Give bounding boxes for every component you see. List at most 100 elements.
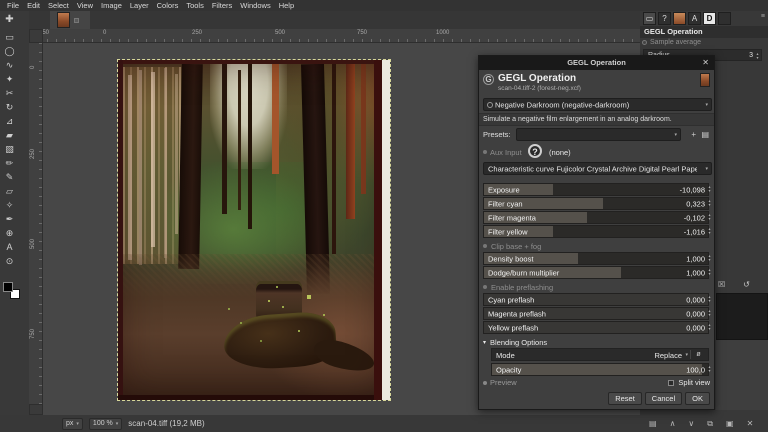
menu-windows[interactable]: Windows	[236, 0, 274, 11]
yellow-preflash-slider[interactable]: Yellow preflash 0,000	[483, 321, 709, 334]
forest-photo[interactable]	[118, 60, 390, 400]
spinner-icon[interactable]: ▴ ▾	[707, 307, 712, 320]
checkbox-icon	[642, 40, 647, 45]
tab-help-icon[interactable]: ?	[658, 11, 671, 25]
mode-group-select[interactable]: ø	[690, 350, 706, 359]
anchor-layer-icon[interactable]: ▣	[726, 419, 734, 428]
spinner-icon[interactable]: ▴ ▾	[707, 225, 712, 238]
spinner-icon[interactable]: ▴ ▾	[707, 266, 712, 279]
tool-rotate-button[interactable]: ↻	[2, 101, 17, 114]
preview-checkbox[interactable]: Preview	[490, 378, 517, 387]
menu-select[interactable]: Select	[44, 0, 73, 11]
dodge-burn-slider[interactable]: Dodge/burn multiplier 1,000	[483, 266, 709, 279]
dialog-title-bar[interactable]: GEGL Operation ✕	[479, 56, 714, 70]
vertical-ruler[interactable]: 0 250 500 750	[29, 43, 43, 415]
dock-lower-panel	[716, 340, 768, 410]
operation-select[interactable]: Negative Darkroom (negative-darkroom)	[483, 98, 712, 111]
add-preset-icon[interactable]: +	[691, 130, 696, 139]
tab-document-history-icon[interactable]: D	[703, 11, 716, 25]
presets-menu-icon[interactable]: ▤	[701, 130, 709, 139]
exposure-slider[interactable]: Exposure -10,098	[483, 183, 709, 196]
raise-layer-icon[interactable]: ∧	[670, 419, 676, 428]
expander-icon[interactable]	[483, 150, 487, 154]
tab-tool-options-icon[interactable]: ▭	[643, 11, 656, 25]
question-icon[interactable]: ?	[528, 144, 542, 158]
blending-options-expander[interactable]: ▾ Blending Options	[483, 337, 547, 347]
split-view-label[interactable]: Split view	[678, 378, 710, 387]
unit-select[interactable]: px ▾	[62, 417, 83, 430]
tool-free-select-button[interactable]: ∿	[2, 59, 17, 72]
tool-scale-button[interactable]: ⊿	[2, 115, 17, 128]
aux-input-value: (none)	[549, 148, 571, 157]
delete-icon[interactable]: ☒	[718, 280, 725, 289]
tool-bucket-fill-button[interactable]: ▰	[2, 129, 17, 142]
tab-menu-icon[interactable]	[74, 17, 79, 23]
quick-mask-toggle[interactable]	[29, 404, 43, 415]
tool-fuzzy-select-button[interactable]: ✦	[2, 73, 17, 86]
lower-layer-icon[interactable]: ∨	[688, 419, 694, 428]
mode-select[interactable]: Replace	[654, 351, 682, 360]
menu-layer[interactable]: Layer	[126, 0, 153, 11]
menu-help[interactable]: Help	[275, 0, 298, 11]
reset-icon[interactable]: ↺	[743, 280, 750, 289]
menu-tools[interactable]: Tools	[182, 0, 208, 11]
enable-preflashing-checkbox[interactable]: Enable preflashing	[483, 282, 553, 292]
cyan-preflash-slider[interactable]: Cyan preflash 0,000	[483, 293, 709, 306]
tab-brushes-icon[interactable]	[673, 11, 686, 25]
tool-zoom-button[interactable]: ⊙	[2, 255, 17, 268]
tool-ellipse-select-button[interactable]: ◯	[2, 45, 17, 58]
filter-magenta-slider[interactable]: Filter magenta -0,102	[483, 211, 709, 224]
filter-cyan-slider[interactable]: Filter cyan 0,323	[483, 197, 709, 210]
image-title-status: scan-04.tiff (19,2 MB)	[128, 419, 205, 428]
tool-rectangle-select-button[interactable]: ▭	[2, 31, 17, 44]
spinner-icon[interactable]: ▴ ▾	[707, 252, 712, 265]
zoom-select[interactable]: 100 % ▾	[88, 417, 123, 430]
clip-base-fog-checkbox[interactable]: Clip base + fog	[483, 241, 541, 251]
close-icon[interactable]: ✕	[702, 56, 709, 70]
tool-gradient-button[interactable]: ▧	[2, 143, 17, 156]
spinner-icon[interactable]: ▴ ▾	[707, 197, 712, 210]
spinner-icon[interactable]: ▴ ▾	[707, 183, 712, 196]
tool-text-button[interactable]: A	[2, 241, 17, 254]
fg-bg-color-swatch[interactable]	[3, 282, 20, 299]
tool-crop-button[interactable]: ✂	[2, 87, 17, 100]
reset-button[interactable]: Reset	[608, 392, 642, 405]
spinner-icon[interactable]: ▴ ▾	[707, 293, 712, 306]
menu-file[interactable]: File	[3, 0, 23, 11]
spinner-icon[interactable]: ▴ ▾	[755, 50, 760, 63]
menu-filters[interactable]: Filters	[208, 0, 236, 11]
menu-edit[interactable]: Edit	[23, 0, 44, 11]
presets-select[interactable]	[516, 128, 681, 141]
spinner-icon[interactable]: ▴ ▾	[707, 211, 712, 224]
tab-extra-icon[interactable]	[718, 11, 731, 25]
spinner-icon[interactable]: ▴ ▾	[707, 363, 712, 376]
tab-fonts-icon[interactable]: A	[688, 11, 701, 25]
menu-image[interactable]: Image	[97, 0, 126, 11]
menu-colors[interactable]: Colors	[153, 0, 183, 11]
sample-average-checkbox[interactable]: Sample average	[642, 39, 701, 46]
tool-ink-button[interactable]: ✒	[2, 213, 17, 226]
tool-paintbrush-button[interactable]: ✎	[2, 171, 17, 184]
tool-airbrush-button[interactable]: ✧	[2, 199, 17, 212]
delete-layer-icon[interactable]: ✕	[747, 419, 754, 428]
spinner-icon[interactable]: ▴ ▾	[707, 321, 712, 334]
ok-button[interactable]: OK	[685, 392, 710, 405]
tool-clone-button[interactable]: ⊕	[2, 227, 17, 240]
tool-eraser-button[interactable]: ▱	[2, 185, 17, 198]
new-layer-icon[interactable]: ▤	[649, 419, 657, 428]
tool-move-button[interactable]: ✚	[2, 13, 17, 26]
characteristic-curve-select[interactable]: Characteristic curve Fujicolor Crystal A…	[483, 162, 712, 175]
tool-pencil-button[interactable]: ✏	[2, 157, 17, 170]
dock-menu-icon[interactable]: ≡	[761, 13, 765, 20]
opacity-slider[interactable]: Opacity 100,0	[491, 363, 709, 376]
density-boost-slider[interactable]: Density boost 1,000	[483, 252, 709, 265]
cancel-button[interactable]: Cancel	[644, 392, 683, 405]
split-view-checkbox-icon[interactable]	[668, 380, 674, 386]
image-tab[interactable]	[50, 11, 90, 29]
ruler-corner-button[interactable]	[29, 29, 43, 43]
magenta-preflash-slider[interactable]: Magenta preflash 0,000	[483, 307, 709, 320]
horizontal-ruler[interactable]: -250 0 250 500 750 1000	[29, 29, 640, 43]
menu-view[interactable]: View	[73, 0, 97, 11]
filter-yellow-slider[interactable]: Filter yellow -1,016	[483, 225, 709, 238]
duplicate-layer-icon[interactable]: ⧉	[707, 419, 713, 429]
